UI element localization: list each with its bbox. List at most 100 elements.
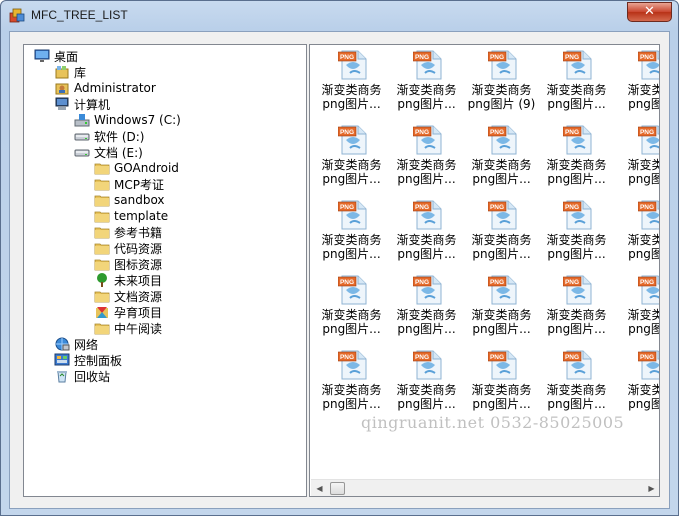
folder-icon <box>94 243 110 255</box>
folder-tree[interactable]: 桌面库 Administrator 计算机 Windows7 (C:) 软件 (D:) 文… <box>23 44 307 497</box>
png-file-icon: PNG <box>563 350 592 380</box>
png-file-icon: PNG <box>338 200 367 230</box>
png-badge: PNG <box>340 54 354 61</box>
png-file-icon: PNG <box>413 275 442 305</box>
png-badge: PNG <box>490 54 504 61</box>
tree-item[interactable]: GOAndroid <box>94 160 179 176</box>
tree-item-label: GOAndroid <box>114 161 179 175</box>
list-item-label: 渐变类商务 png图片... <box>539 383 614 411</box>
tree-item[interactable]: 文档资源 <box>94 288 162 304</box>
png-file-icon: PNG <box>638 275 659 305</box>
tree-item[interactable]: 库 <box>54 64 86 80</box>
tree-item[interactable]: 参考书籍 <box>94 224 162 240</box>
list-item[interactable]: PNG 渐变类商务 png图片... <box>539 47 614 117</box>
list-item[interactable]: PNG 渐变类商png图片 <box>614 347 659 417</box>
list-item[interactable]: PNG 渐变类商务 png图片... <box>389 197 464 267</box>
list-item[interactable]: PNG 渐变类商务 png图片 (9) <box>464 47 539 117</box>
list-item-name: 渐变类商 <box>627 158 659 172</box>
tree-item[interactable]: sandbox <box>94 192 165 208</box>
list-item-label: 渐变类商务 png图片... <box>539 233 614 261</box>
list-item[interactable]: PNG 渐变类商务 png图片... <box>314 272 389 342</box>
list-item-ext: png图片... <box>547 397 606 411</box>
list-item-name: 渐变类商务 <box>546 383 607 397</box>
tree-item-label: 网络 <box>74 337 99 352</box>
tree-item[interactable]: Windows7 (C:) <box>74 112 181 128</box>
list-item-ext: png图片... <box>322 172 381 186</box>
list-item[interactable]: PNG 渐变类商png图片 <box>614 47 659 117</box>
tree-item[interactable]: 计算机 <box>54 96 110 112</box>
system-drive-icon <box>74 114 90 127</box>
png-file-icon: PNG <box>563 200 592 230</box>
list-item[interactable]: PNG 渐变类商务 png图片... <box>464 272 539 342</box>
png-file-icon: PNG <box>338 350 367 380</box>
tree-item[interactable]: 图标资源 <box>94 256 162 272</box>
tree-item[interactable]: MCP考证 <box>94 176 164 192</box>
list-item-name: 渐变类商务 <box>546 308 607 322</box>
network-icon <box>55 337 70 351</box>
list-item-ext: png图片 <box>628 172 659 186</box>
tree-item[interactable]: 回收站 <box>54 368 110 384</box>
scroll-right-icon: ▶ <box>648 484 655 493</box>
list-item-label: 渐变类商务 png图片... <box>389 233 464 261</box>
png-file-icon: PNG <box>488 125 517 155</box>
tree-item[interactable]: 孕育项目 <box>94 304 162 320</box>
list-item-label: 渐变类商务 png图片... <box>314 383 389 411</box>
list-item[interactable]: PNG 渐变类商务 png图片... <box>314 197 389 267</box>
list-item[interactable]: PNG 渐变类商png图片 <box>614 122 659 192</box>
list-item[interactable]: PNG 渐变类商务 png图片... <box>389 272 464 342</box>
tree-item[interactable]: 网络 <box>54 336 98 352</box>
scroll-right-button[interactable]: ▶ <box>643 480 659 496</box>
png-badge: PNG <box>415 54 429 61</box>
png-file-icon: PNG <box>638 125 659 155</box>
list-item[interactable]: PNG 渐变类商png图片 <box>614 272 659 342</box>
list-item-ext: png图片 <box>628 397 659 411</box>
tree-item[interactable]: 软件 (D:) <box>74 128 144 144</box>
scroll-thumb[interactable] <box>330 482 345 495</box>
png-file-icon: PNG <box>488 275 517 305</box>
tree-item[interactable]: 文档 (E:) <box>74 144 143 160</box>
list-item-name: 渐变类商务 <box>471 233 532 247</box>
list-item[interactable]: PNG 渐变类商png图片 <box>614 197 659 267</box>
list-item[interactable]: PNG 渐变类商务 png图片... <box>389 347 464 417</box>
list-item-ext: png图片... <box>397 322 456 336</box>
title-bar[interactable]: MFC_TREE_LIST ✕ <box>1 1 678 31</box>
list-item[interactable]: PNG 渐变类商务 png图片... <box>464 197 539 267</box>
tree-item[interactable]: template <box>94 208 168 224</box>
png-badge: PNG <box>340 354 354 361</box>
list-item-label: 渐变类商png图片 <box>614 308 659 336</box>
list-item-label: 渐变类商务 png图片... <box>314 308 389 336</box>
list-item[interactable]: PNG 渐变类商务 png图片... <box>539 347 614 417</box>
list-item[interactable]: PNG 渐变类商务 png图片... <box>314 347 389 417</box>
list-item[interactable]: PNG 渐变类商务 png图片... <box>539 272 614 342</box>
tree-item[interactable]: 控制面板 <box>54 352 122 368</box>
list-item[interactable]: PNG 渐变类商务 png图片... <box>539 122 614 192</box>
recycle-bin-icon <box>57 371 67 383</box>
library-icon <box>55 66 69 79</box>
computer-icon <box>55 97 69 110</box>
tree-item[interactable]: 代码资源 <box>94 240 162 256</box>
list-item-name: 渐变类商务 <box>471 158 532 172</box>
user-folder-icon <box>55 83 69 95</box>
scroll-left-button[interactable]: ◀ <box>311 480 328 496</box>
list-item[interactable]: PNG 渐变类商务 png图片... <box>314 47 389 117</box>
list-item[interactable]: PNG 渐变类商务 png图片... <box>539 197 614 267</box>
tree-item[interactable]: Administrator <box>54 80 156 96</box>
tree-item-label: 图标资源 <box>114 257 163 272</box>
tree-item[interactable]: 未来项目 <box>94 272 162 288</box>
list-item[interactable]: PNG 渐变类商务 png图片... <box>389 47 464 117</box>
png-badge: PNG <box>565 204 579 211</box>
tree-item[interactable]: 中午阅读 <box>94 320 162 336</box>
list-item-label: 渐变类商png图片 <box>614 233 659 261</box>
list-item[interactable]: PNG 渐变类商务 png图片... <box>464 122 539 192</box>
list-item[interactable]: PNG 渐变类商务 png图片... <box>314 122 389 192</box>
tree-item-label: 桌面 <box>54 49 79 64</box>
list-item-label: 渐变类商务 png图片... <box>314 233 389 261</box>
png-badge: PNG <box>490 279 504 286</box>
list-item-ext: png图片... <box>322 397 381 411</box>
tree-item[interactable]: 桌面 <box>34 48 78 64</box>
close-button[interactable]: ✕ <box>627 2 672 22</box>
tree-item-label: 控制面板 <box>74 353 123 368</box>
horizontal-scrollbar[interactable]: ◀ ▶ <box>311 479 659 496</box>
list-item[interactable]: PNG 渐变类商务 png图片... <box>389 122 464 192</box>
list-item[interactable]: PNG 渐变类商务 png图片... <box>464 347 539 417</box>
